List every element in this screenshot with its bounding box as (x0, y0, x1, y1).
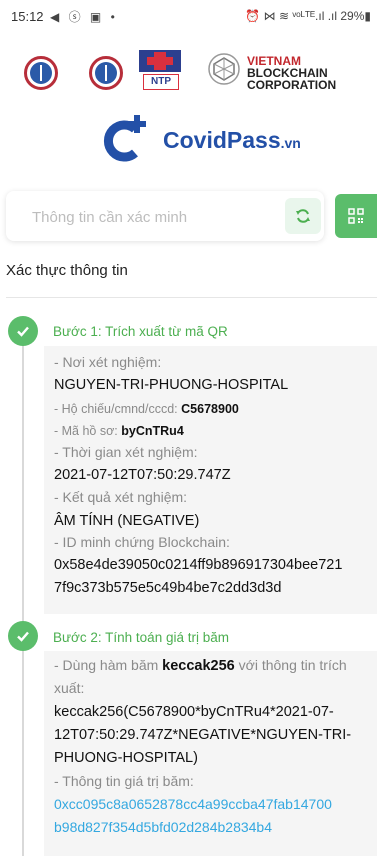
hash-description-line2: xuất: (54, 680, 85, 696)
blockchain-proof-label: - ID minh chứng Blockchain: (54, 534, 230, 550)
ministry-health-seal-icon (24, 56, 58, 90)
verification-input[interactable] (30, 191, 274, 243)
test-time-label: - Thời gian xét nghiệm: (54, 444, 198, 460)
hash-value-label: - Thông tin giá trị băm: (54, 773, 194, 789)
hash-formula-line3: PHUONG-HOSPITAL) (54, 750, 198, 766)
step2-check-icon (8, 621, 38, 651)
hash-formula-line2: 12T07:50:29.747Z*NEGATIVE*NGUYEN-TRI- (54, 727, 352, 743)
vietnam-blockchain-wordmark: VIETNAM BLOCKCHAIN CORPORATION (247, 54, 337, 92)
facility-value: NGUYEN-TRI-PHUONG-HOSPITAL (54, 377, 289, 393)
refresh-button[interactable] (285, 198, 321, 234)
partner-logos: NTP VIETNAM BLOCKCHAIN CORPORATION (0, 46, 377, 102)
test-result-label: - Kết quả xét nghiệm: (54, 489, 188, 505)
brand-name: CovidPass.vn (163, 127, 301, 153)
step1-title: Bước 1: Trích xuất từ mã QR (53, 324, 228, 339)
hash-formula-line1: keccak256(C5678900*byCnTRu4*2021-07- (54, 704, 334, 720)
step1-panel: - Nơi xét nghiệm: NGUYEN-TRI-PHUONG-HOSP… (44, 346, 377, 614)
timeline-line (22, 338, 24, 856)
hash-description: - Dùng hàm băm keccak256 với thông tin t… (54, 657, 347, 674)
hash-value-line1: 0xcc095c8a0652878cc4a99ccba47fab14700 (54, 796, 332, 812)
notification-icons: ◀ ⓢ ▣ • (50, 10, 118, 24)
vietnam-blockchain-logo-icon (208, 53, 240, 85)
record-row: - Mã hồ sơ: byCnTRu4 (54, 424, 184, 438)
refresh-icon (296, 209, 310, 223)
passport-row: - Hộ chiếu/cmnd/cccd: C5678900 (54, 402, 239, 416)
status-time: 15:12 (11, 9, 44, 24)
search-box (6, 191, 324, 243)
hash-value-line2: b98d827f354d5bfd02d284b2834b4 (54, 819, 273, 835)
system-status-icons: ⏰ ⋈ ≋ ᵛᵒᴸᵀᴱ.ıl .ıl 29%▮ (245, 9, 371, 23)
covidpass-logo-icon (103, 115, 146, 162)
ntp-logo: NTP (139, 50, 181, 92)
covidpass-brand: CovidPass.vn (101, 113, 311, 165)
blockchain-proof-value-line1: 0x58e4de39050c0214ff9b896917304bee721 (54, 557, 343, 573)
test-time-value: 2021-07-12T07:50:29.747Z (54, 467, 231, 483)
test-result-value: ÂM TÍNH (NEGATIVE) (54, 513, 200, 529)
qr-code-icon (348, 208, 364, 224)
health-department-seal-icon (89, 56, 123, 90)
scan-qr-button[interactable] (335, 194, 377, 238)
blockchain-proof-value-line2: 7f9c373b575e5c49b4be7c2dd3d3d (54, 580, 282, 596)
ntp-logo-label: NTP (143, 74, 179, 90)
divider (6, 297, 377, 298)
facility-label: - Nơi xét nghiệm: (54, 354, 162, 370)
status-bar: 15:12 ◀ ⓢ ▣ • ⏰ ⋈ ≋ ᵛᵒᴸᵀᴱ.ıl .ıl 29%▮ (0, 0, 377, 32)
step1-check-icon (8, 316, 38, 346)
step2-panel: - Dùng hàm băm keccak256 với thông tin t… (44, 651, 377, 856)
section-title: Xác thực thông tin (6, 262, 128, 279)
step2-title: Bước 2: Tính toán giá trị băm (53, 630, 229, 645)
